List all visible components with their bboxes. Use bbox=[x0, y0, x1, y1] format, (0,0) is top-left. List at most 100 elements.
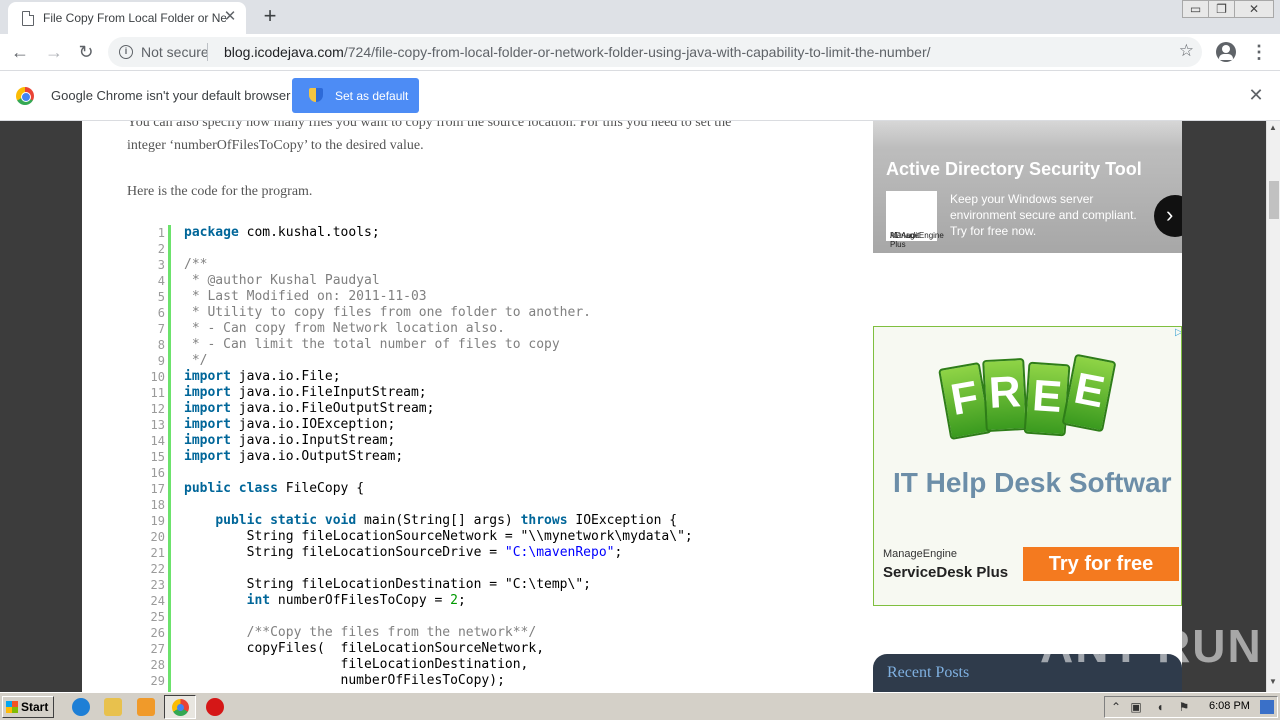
ad-banner-servicedesk[interactable]: ▷ F R E E IT Help Desk Softwar ManageEng… bbox=[873, 326, 1182, 606]
window-maximize-button[interactable]: ❐ bbox=[1208, 0, 1235, 18]
url-path: /724/file-copy-from-local-folder-or-netw… bbox=[343, 44, 931, 60]
ad-banner-adaudit[interactable]: Active Directory Security Tool ManageEng… bbox=[873, 121, 1182, 253]
line-number: 25 bbox=[150, 610, 165, 624]
paragraph-line: You can also specify how many files you … bbox=[127, 121, 732, 130]
line-number: 11 bbox=[150, 386, 165, 400]
line-number: 13 bbox=[150, 418, 165, 432]
tab-title: File Copy From Local Folder or Network F… bbox=[43, 11, 226, 25]
show-desktop-icon[interactable] bbox=[1260, 700, 1274, 714]
scroll-thumb[interactable] bbox=[1269, 181, 1279, 219]
internet-explorer-icon[interactable] bbox=[72, 698, 90, 716]
gutter-bar bbox=[168, 225, 171, 692]
code-line: String fileLocationSourceDrive = "C:\mav… bbox=[184, 545, 623, 560]
ad-product: ServiceDesk Plus bbox=[883, 564, 1009, 581]
code-line: import java.io.FileOutputStream; bbox=[184, 401, 435, 416]
chevron-right-icon[interactable]: › bbox=[1154, 195, 1182, 237]
volume-icon[interactable]: ◖ bbox=[1153, 700, 1167, 714]
line-number: 21 bbox=[150, 546, 165, 560]
window-close-button[interactable]: ✕ bbox=[1234, 0, 1274, 18]
network-icon[interactable]: ▣ bbox=[1129, 700, 1143, 714]
set-as-default-button[interactable]: Set as default bbox=[292, 78, 419, 113]
tab-close-icon[interactable]: ✕ bbox=[222, 9, 238, 25]
forward-arrow-icon[interactable]: → bbox=[42, 40, 66, 64]
tray-expand-icon[interactable]: ⌃ bbox=[1109, 700, 1123, 714]
bookmark-star-icon[interactable]: ☆ bbox=[1179, 41, 1194, 61]
code-line: */ bbox=[184, 353, 208, 368]
flag-icon[interactable]: ⚑ bbox=[1177, 700, 1191, 714]
adchoices-icon[interactable]: ▷ bbox=[1175, 327, 1181, 339]
default-browser-infobar: Google Chrome isn't your default browser… bbox=[0, 70, 1280, 121]
taskbar: Start ⌃ ▣ ◖ ⚑ 6:08 PM bbox=[0, 692, 1280, 720]
line-number: 23 bbox=[150, 578, 165, 592]
ad-title: Active Directory Security Tool bbox=[886, 159, 1142, 179]
article-paragraph: Here is the code for the program. bbox=[127, 184, 313, 199]
line-number: 17 bbox=[150, 482, 165, 496]
chrome-logo-icon bbox=[16, 87, 34, 105]
url-text[interactable]: blog.icodejava.com/724/file-copy-from-lo… bbox=[224, 44, 931, 60]
start-label: Start bbox=[21, 700, 49, 714]
line-number: 29 bbox=[150, 674, 165, 688]
line-number: 9 bbox=[157, 354, 165, 368]
code-block: 1 2 3 4 5 6 7 8 9 10 11 12 13 14 15 16 17 18 19 20 21 22 23 24 2… bbox=[137, 225, 817, 692]
clock[interactable]: 6:08 PM bbox=[1209, 700, 1250, 712]
line-number: 15 bbox=[150, 450, 165, 464]
ad-brand: ManageEngine bbox=[883, 548, 958, 560]
paragraph-line: integer ‘numberOfFilesToCopy’ to the des… bbox=[127, 138, 424, 153]
recent-posts-heading: Recent Posts bbox=[887, 664, 970, 681]
code-line: * @author Kushal Paudyal bbox=[184, 273, 380, 288]
folder-icon[interactable] bbox=[104, 698, 122, 716]
info-icon[interactable]: i bbox=[119, 45, 133, 59]
back-arrow-icon[interactable]: ← bbox=[8, 40, 32, 64]
anyrun-watermark: ANY RUN bbox=[1040, 620, 1263, 672]
code-line: copyFiles( fileLocationSourceNetwork, bbox=[184, 641, 545, 656]
line-number: 18 bbox=[150, 498, 165, 512]
profile-icon[interactable] bbox=[1216, 42, 1236, 62]
new-tab-button[interactable]: + bbox=[258, 4, 282, 28]
scroll-up-icon[interactable]: ▲ bbox=[1269, 123, 1277, 132]
line-number: 22 bbox=[150, 562, 165, 576]
vertical-scrollbar[interactable]: ▲ ▼ bbox=[1266, 121, 1280, 692]
page-icon bbox=[22, 11, 34, 26]
infobar-close-icon[interactable]: ✕ bbox=[1246, 85, 1266, 105]
start-button[interactable]: Start bbox=[2, 696, 54, 718]
chrome-icon bbox=[172, 699, 189, 716]
free-tags: F R E E bbox=[938, 347, 1117, 457]
code-line: public static void main(String[] args) t… bbox=[215, 513, 678, 528]
code-line: /** bbox=[184, 257, 208, 272]
code-line: import java.io.InputStream; bbox=[184, 433, 396, 448]
code-line: int numberOfFilesToCopy = 2; bbox=[246, 593, 466, 608]
browser-tab[interactable]: File Copy From Local Folder or Network F… bbox=[8, 2, 246, 34]
code-line: package com.kushal.tools; bbox=[184, 225, 380, 240]
code-line: String fileLocationDestination = "C:\tem… bbox=[184, 577, 591, 592]
reload-icon[interactable]: ↻ bbox=[74, 40, 98, 64]
stop-icon[interactable] bbox=[206, 698, 224, 716]
code-line: import java.io.IOException; bbox=[184, 417, 396, 432]
taskbar-chrome-button[interactable] bbox=[164, 695, 196, 719]
media-player-icon[interactable] bbox=[137, 698, 155, 716]
line-number-gutter: 1 2 3 4 5 6 7 8 9 10 11 12 13 14 15 16 17 18 19 20 21 22 23 24 2… bbox=[137, 225, 165, 689]
menu-dots-icon[interactable]: ⋮ bbox=[1250, 41, 1268, 63]
code-line: String fileLocationSourceNetwork = "\\my… bbox=[184, 529, 693, 544]
browser-toolbar: ← → ↻ i Not secure blog.icodejava.com/72… bbox=[0, 34, 1280, 70]
window-minimize-button[interactable]: ▭ bbox=[1182, 0, 1209, 18]
line-number: 3 bbox=[157, 258, 165, 272]
ad-headline: IT Help Desk Softwar bbox=[893, 467, 1172, 498]
code-line: import java.io.FileInputStream; bbox=[184, 385, 427, 400]
scroll-down-icon[interactable]: ▼ bbox=[1269, 677, 1277, 686]
line-number: 4 bbox=[157, 274, 165, 288]
article-paragraph: You can also specify how many files you … bbox=[127, 121, 787, 157]
code-lines: package com.kushal.tools; /** * @author … bbox=[184, 225, 693, 689]
line-number: 14 bbox=[150, 434, 165, 448]
set-as-default-label: Set as default bbox=[335, 89, 409, 103]
ad-text: Keep your Windows server environment sec… bbox=[950, 192, 1137, 238]
address-bar[interactable]: i Not secure blog.icodejava.com/724/file… bbox=[108, 37, 1202, 67]
code-line: /**Copy the files from the network**/ bbox=[246, 625, 537, 640]
code-line: import java.io.OutputStream; bbox=[184, 449, 404, 464]
security-label[interactable]: Not secure bbox=[141, 44, 209, 60]
try-for-free-button[interactable]: Try for free bbox=[1023, 547, 1179, 581]
